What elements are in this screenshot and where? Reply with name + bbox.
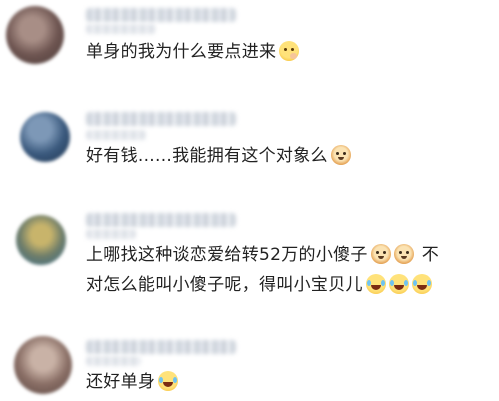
laugh-emoji-icon bbox=[411, 274, 432, 294]
comment-text: 好有钱......我能拥有这个对象么 bbox=[86, 142, 351, 170]
user-avatar[interactable] bbox=[6, 6, 64, 64]
doge-emoji-icon bbox=[330, 145, 351, 165]
user-avatar[interactable] bbox=[20, 112, 70, 162]
meta-blurred bbox=[86, 356, 141, 366]
user-avatar[interactable] bbox=[16, 215, 66, 265]
user-avatar[interactable] bbox=[14, 336, 72, 394]
comment-body-tail: 不 bbox=[421, 245, 440, 265]
comment-item-1: 单身的我为什么要点进来 bbox=[0, 0, 499, 90]
laugh-emoji-icon bbox=[388, 274, 409, 294]
think-emoji-icon bbox=[279, 41, 300, 61]
username-blurred[interactable] bbox=[86, 8, 236, 22]
comment-body: 还好单身 bbox=[86, 372, 156, 392]
comment-body: 单身的我为什么要点进来 bbox=[86, 42, 277, 62]
comment-text-line-1: 上哪找这种谈恋爱给转52万的小傻子 不 bbox=[86, 241, 439, 269]
comment-body: 好有钱......我能拥有这个对象么 bbox=[86, 146, 328, 166]
meta-blurred bbox=[86, 229, 136, 239]
cry-laugh-emoji-icon bbox=[158, 371, 179, 391]
meta-blurred bbox=[86, 24, 156, 34]
comment-text: 还好单身 bbox=[86, 368, 179, 396]
username-blurred[interactable] bbox=[86, 213, 236, 227]
comment-item-3: 上哪找这种谈恋爱给转52万的小傻子 不 对怎么能叫小傻子呢，得叫小宝贝儿 bbox=[0, 205, 499, 325]
comment-item-2: 好有钱......我能拥有这个对象么 bbox=[0, 100, 499, 200]
comment-body: 对怎么能叫小傻子呢，得叫小宝贝儿 bbox=[86, 275, 363, 295]
username-blurred[interactable] bbox=[86, 112, 236, 126]
comment-body: 上哪找这种谈恋爱给转52万的小傻子 bbox=[86, 245, 368, 265]
meta-blurred bbox=[86, 130, 146, 140]
doge-emoji-icon bbox=[393, 244, 414, 264]
comment-item-4: 还好单身 bbox=[0, 330, 499, 401]
doge-emoji-icon bbox=[370, 244, 391, 264]
comment-text: 单身的我为什么要点进来 bbox=[86, 38, 300, 66]
username-blurred[interactable] bbox=[86, 340, 236, 354]
laugh-emoji-icon bbox=[365, 274, 386, 294]
comment-text-line-2: 对怎么能叫小傻子呢，得叫小宝贝儿 bbox=[86, 271, 432, 299]
